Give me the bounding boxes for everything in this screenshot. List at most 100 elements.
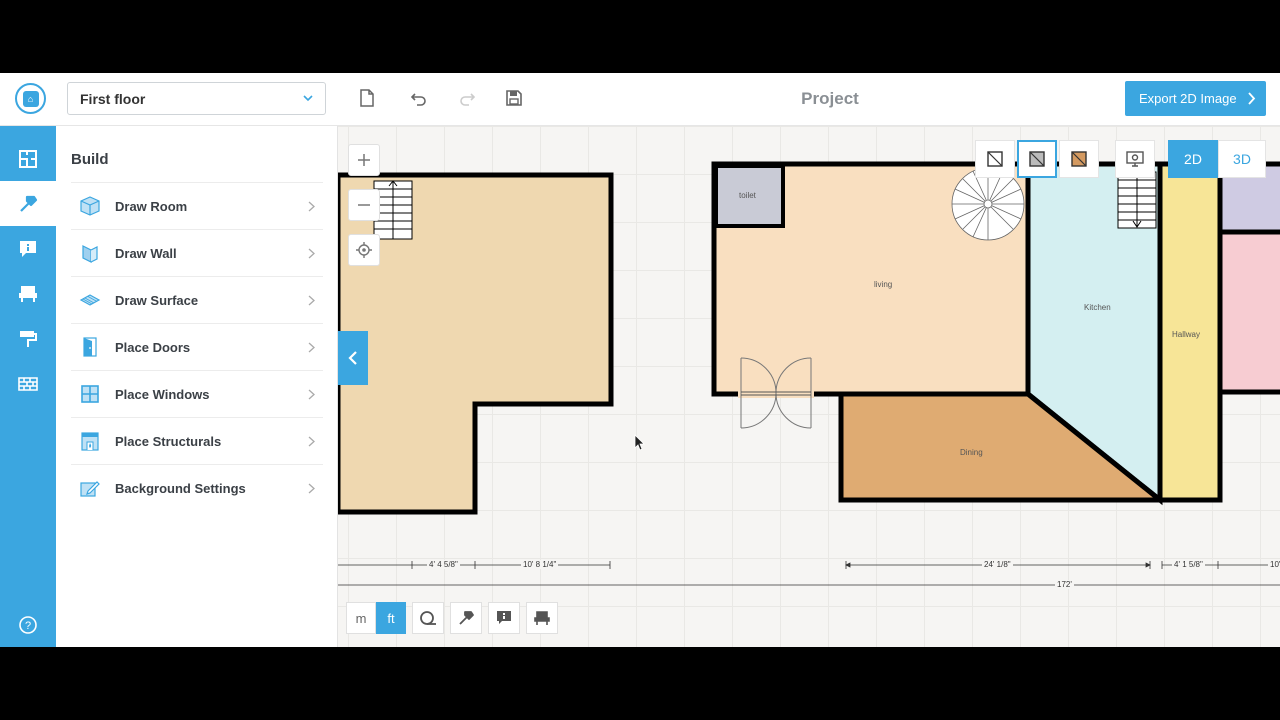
floor-color-icon [1071, 151, 1087, 167]
place-structurals-item[interactable]: Place Structurals [71, 417, 323, 464]
info-tool-button[interactable] [488, 602, 520, 634]
view-color-button[interactable] [1059, 140, 1099, 178]
recenter-button[interactable] [348, 234, 380, 266]
crosshair-icon [356, 242, 372, 258]
save-icon[interactable] [504, 88, 524, 108]
dimension-label: 24' 1/8" [982, 560, 1013, 569]
room-label-toilet: toilet [739, 191, 756, 200]
dimension-label-total: 172' [1055, 580, 1074, 589]
floor-select-value: First floor [80, 90, 146, 107]
build-tool-button[interactable] [450, 602, 482, 634]
plus-icon [358, 154, 370, 166]
unit-ft-button[interactable]: ft [376, 602, 406, 634]
room-label-dining: Dining [960, 448, 983, 457]
wall-icon [82, 245, 98, 263]
place-structurals-label: Place Structurals [115, 433, 222, 449]
floorplan-icon [19, 149, 37, 168]
dimension-lines [338, 561, 1280, 586]
hammer-icon [459, 611, 474, 625]
background-settings-item[interactable]: Background Settings [71, 464, 323, 511]
fireplace-icon [81, 432, 99, 451]
furniture-tool-button[interactable] [526, 602, 558, 634]
draw-room-label: Draw Room [115, 198, 188, 214]
rail-materials[interactable] [0, 361, 56, 406]
floorplan-canvas[interactable]: toilet living Kitchen Hallway Dining 4' … [338, 126, 1280, 647]
chevron-right-icon [308, 295, 315, 306]
bottom-toolbar: m ft [346, 602, 558, 634]
room-label-living: living [874, 280, 893, 289]
house-logo-icon: ⌂ [22, 90, 39, 107]
rail-floorplan[interactable] [0, 136, 56, 181]
spiral-stair [951, 167, 1025, 241]
monitor-gear-icon [1126, 151, 1144, 167]
place-doors-label: Place Doors [115, 339, 191, 355]
door-icon [83, 337, 97, 357]
measure-tool-button[interactable] [412, 602, 444, 634]
chevron-right-icon [308, 248, 315, 259]
chevron-right-icon [308, 436, 315, 447]
display-settings-button[interactable] [1115, 140, 1155, 178]
draw-surface-label: Draw Surface [115, 292, 199, 308]
chevron-down-icon [303, 95, 313, 102]
place-doors-item[interactable]: Place Doors [71, 323, 323, 370]
draw-surface-item[interactable]: Draw Surface [71, 276, 323, 323]
rail-paint[interactable] [0, 316, 56, 361]
unit-m-button[interactable]: m [346, 602, 376, 634]
app-window: ⌂ First floor Project Export 2D Image ? … [0, 73, 1280, 647]
background-settings-label: Background Settings [115, 480, 246, 496]
floor-select[interactable]: First floor [67, 82, 326, 115]
room-label-hallway: Hallway [1172, 330, 1201, 339]
mode-2d-button[interactable]: 2D [1168, 140, 1218, 178]
hammer-icon [20, 195, 38, 212]
zoom-out-button[interactable] [348, 189, 380, 221]
room-cube-icon [80, 196, 100, 216]
floorplan-drawing [338, 161, 1280, 586]
rail-help[interactable]: ? [0, 602, 56, 647]
place-windows-item[interactable]: Place Windows [71, 370, 323, 417]
window-icon [81, 385, 99, 403]
help-icon: ? [19, 615, 37, 634]
svg-text:?: ? [25, 620, 31, 632]
top-bar: ⌂ First floor Project Export 2D Image [0, 73, 1280, 126]
export-2d-image-button[interactable]: Export 2D Image [1125, 81, 1266, 116]
surface-icon [79, 294, 101, 306]
rail-build[interactable] [0, 181, 56, 226]
chair-icon [534, 611, 550, 625]
dimension-label: 4' 4 5/8" [427, 560, 460, 569]
dimension-label: 4' 1 5/8" [1172, 560, 1205, 569]
undo-icon[interactable] [409, 88, 429, 108]
dimension-label: 10' [1268, 560, 1280, 569]
draw-wall-item[interactable]: Draw Wall [71, 229, 323, 276]
chevron-right-icon [308, 483, 315, 494]
export-label: Export 2D Image [1139, 91, 1237, 106]
minus-icon [358, 204, 370, 206]
app-logo[interactable]: ⌂ [15, 83, 46, 114]
info-icon [497, 611, 511, 624]
redo-icon[interactable] [457, 88, 477, 108]
draw-room-item[interactable]: Draw Room [71, 182, 323, 229]
view-lines-button[interactable] [975, 140, 1015, 178]
edit-background-icon [80, 481, 100, 497]
rail-furniture[interactable] [0, 271, 56, 316]
left-rail: ? [0, 126, 56, 647]
info-icon [20, 240, 36, 257]
mode-3d-button[interactable]: 3D [1218, 140, 1266, 178]
rail-info[interactable] [0, 226, 56, 271]
chevron-left-icon [348, 351, 357, 365]
zoom-in-button[interactable] [348, 144, 380, 176]
chevron-right-icon [308, 201, 315, 212]
paint-roller-icon [20, 330, 37, 347]
place-windows-label: Place Windows [115, 386, 210, 402]
unit-toggle: m ft [346, 602, 406, 634]
view-bw-button[interactable] [1017, 140, 1057, 178]
collapse-panel-button[interactable] [338, 331, 368, 385]
chevron-right-icon [308, 342, 315, 353]
dimension-label: 10' 8 1/4" [521, 560, 559, 569]
hallway-stairs [1117, 171, 1157, 229]
project-title[interactable]: Project [760, 89, 900, 109]
room-label-kitchen: Kitchen [1084, 303, 1111, 312]
build-panel: Build Draw Room Draw Wall Draw Surface P… [56, 126, 338, 647]
floor-outline-icon [987, 151, 1003, 167]
new-file-icon[interactable] [357, 88, 377, 108]
floor-gray-icon [1029, 151, 1045, 167]
